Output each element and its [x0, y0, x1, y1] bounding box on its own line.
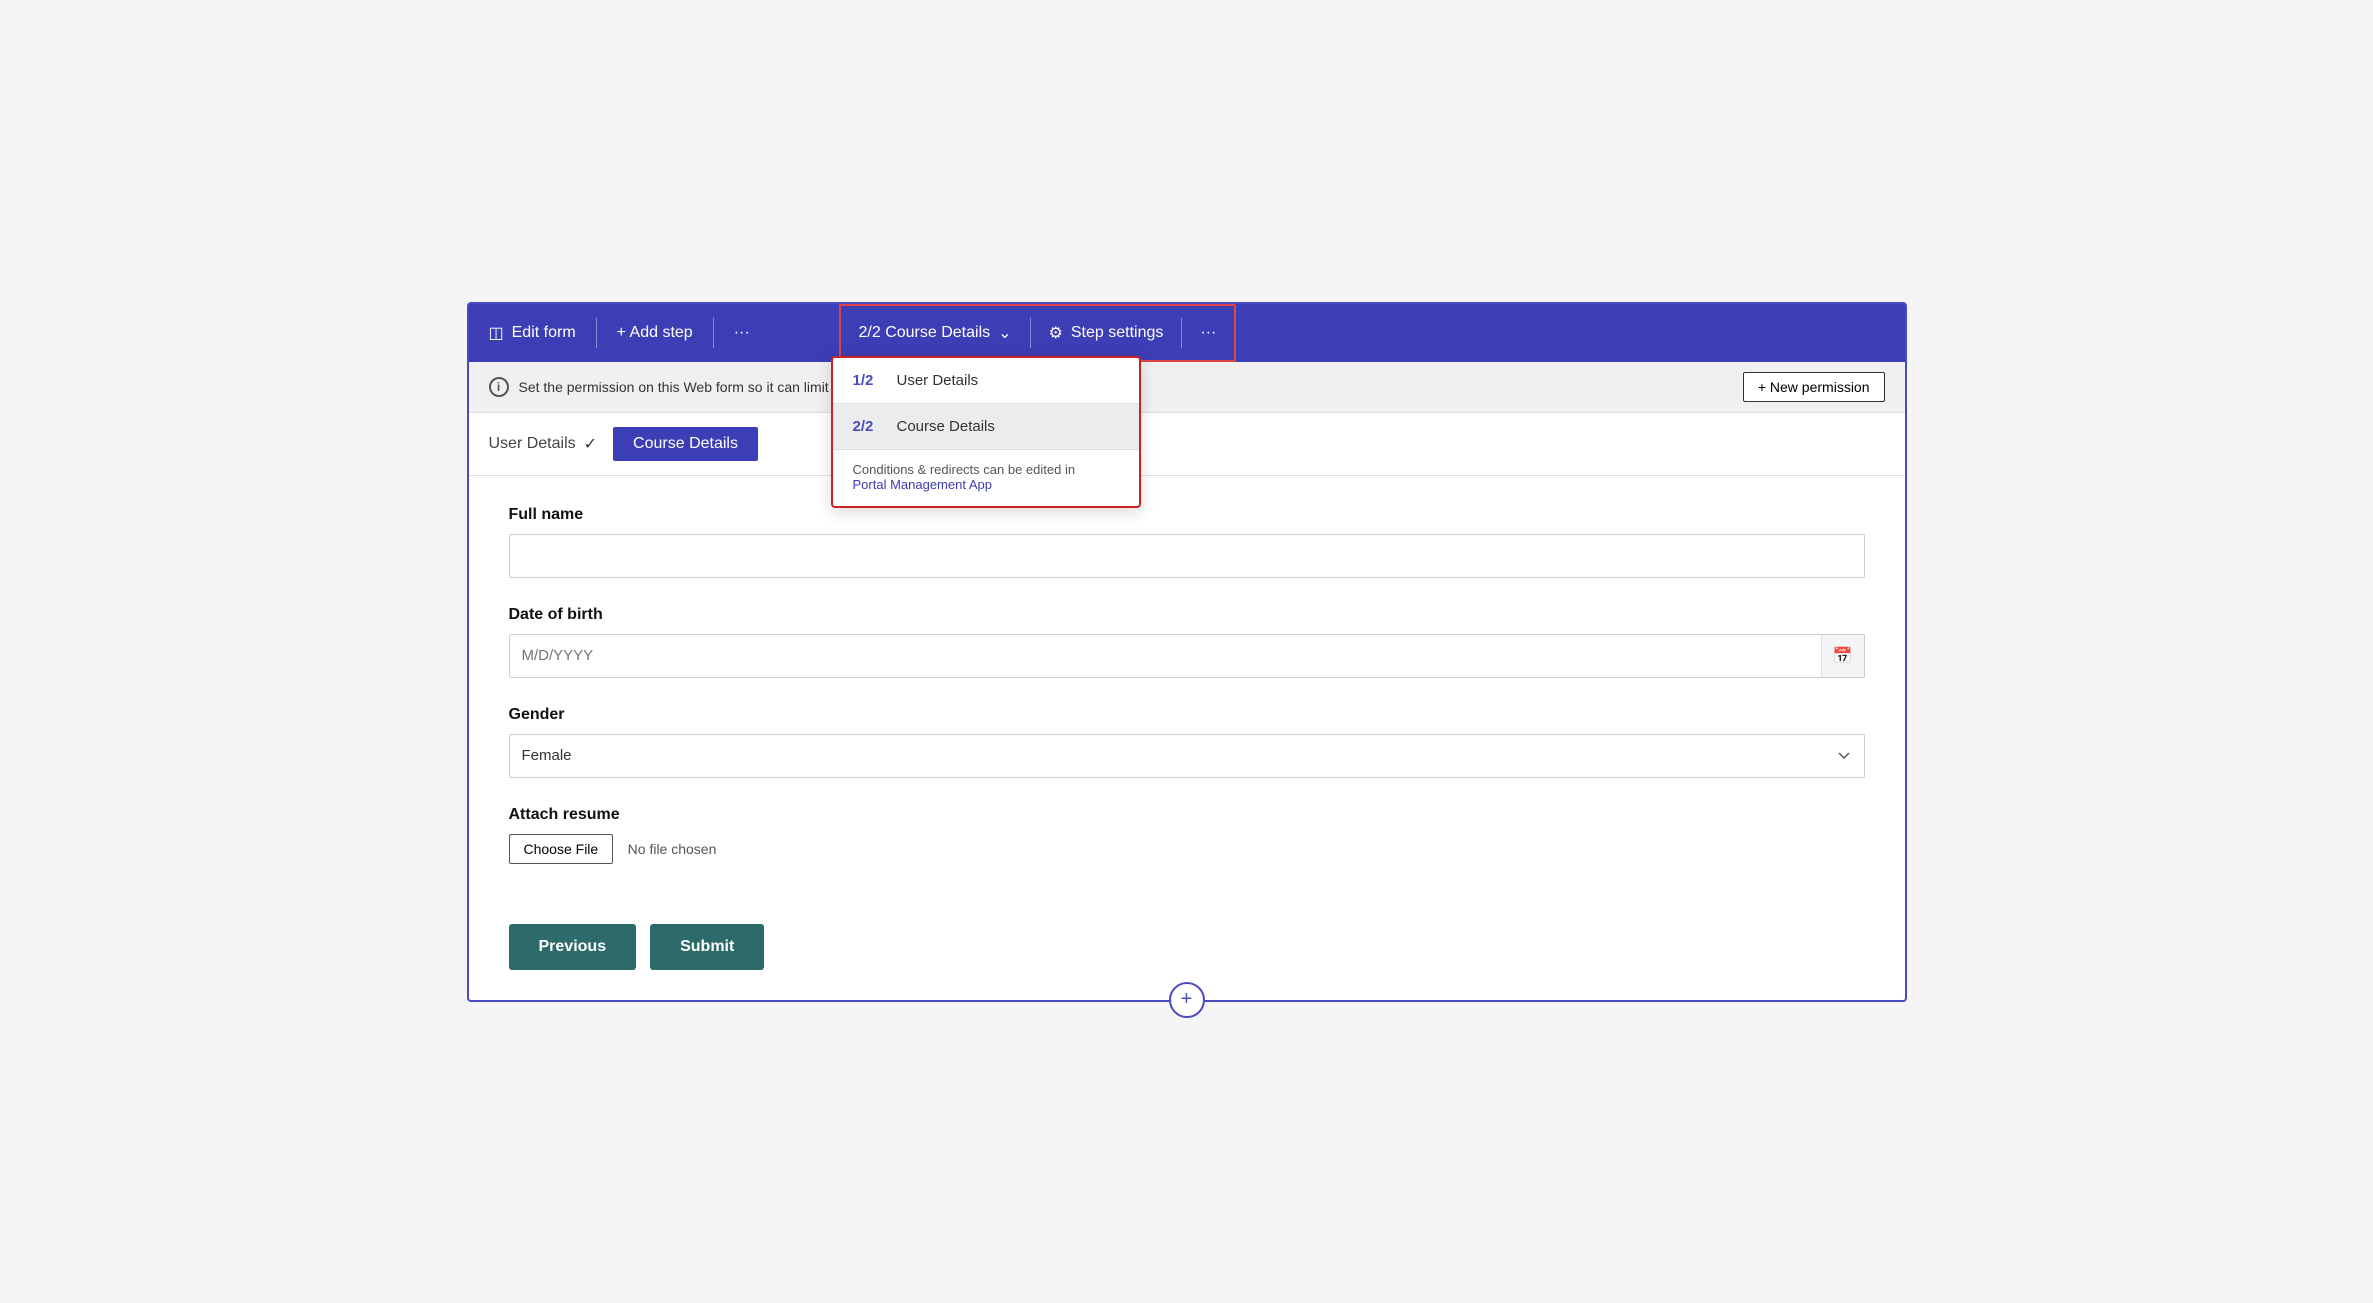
tab-course-details[interactable]: Course Details [613, 427, 758, 461]
choose-file-button[interactable]: Choose File [509, 834, 614, 864]
edit-form-label: Edit form [512, 324, 576, 342]
form-editor-container: ◫ Edit form + Add step ··· 2/2 Course De… [467, 302, 1907, 1002]
step-more-icon: ··· [1200, 324, 1216, 342]
tab-user-details[interactable]: User Details ✓ [489, 434, 598, 454]
dropdown-item2-num: 2/2 [853, 418, 883, 435]
edit-form-button[interactable]: ◫ Edit form [469, 304, 596, 362]
step-selector-area: 2/2 Course Details ⌄ ⚙ Step settings ··· [839, 304, 1237, 362]
plus-icon: + [1181, 988, 1193, 1011]
field-resume: Attach resume Choose File No file chosen [509, 806, 1865, 864]
choose-file-label: Choose File [524, 841, 599, 857]
form-icon: ◫ [489, 323, 504, 343]
dropdown-item-2[interactable]: 2/2 Course Details [833, 404, 1139, 449]
field-resume-label: Attach resume [509, 806, 1865, 824]
submit-label: Submit [680, 938, 734, 955]
toolbar-left: ◫ Edit form + Add step ··· [469, 304, 770, 362]
no-file-label: No file chosen [628, 841, 717, 857]
form-content: Full name Date of birth 📅 Gender Female … [469, 476, 1905, 904]
submit-button[interactable]: Submit [650, 924, 764, 970]
toolbar-more-button[interactable]: ··· [714, 304, 770, 362]
field-fullname-label: Full name [509, 506, 1865, 524]
step-settings-button[interactable]: ⚙ Step settings [1031, 306, 1182, 360]
step-selector-button[interactable]: 2/2 Course Details ⌄ [841, 306, 1030, 360]
dropdown-footer-text: Conditions & redirects can be edited in [853, 462, 1076, 477]
chevron-down-icon: ⌄ [998, 323, 1011, 343]
dropdown-item2-label: Course Details [897, 418, 995, 435]
field-fullname: Full name [509, 506, 1865, 578]
previous-button[interactable]: Previous [509, 924, 637, 970]
field-gender-label: Gender [509, 706, 1865, 724]
dob-input[interactable] [509, 634, 1821, 678]
dropdown-item1-num: 1/2 [853, 372, 883, 389]
info-icon: i [489, 377, 509, 397]
step-tabs: User Details ✓ Course Details [469, 413, 1905, 476]
tab-course-details-label: Course Details [633, 435, 738, 452]
add-step-button[interactable]: + Add step [597, 304, 713, 362]
file-input-row: Choose File No file chosen [509, 834, 1865, 864]
fullname-input[interactable] [509, 534, 1865, 578]
new-permission-button[interactable]: + New permission [1743, 372, 1885, 402]
gear-icon: ⚙ [1049, 323, 1063, 343]
calendar-icon-button[interactable]: 📅 [1821, 634, 1865, 678]
tab-user-details-label: User Details [489, 435, 576, 453]
step-more-button[interactable]: ··· [1182, 306, 1234, 360]
field-gender: Gender Female Male Other [509, 706, 1865, 778]
field-dob: Date of birth 📅 [509, 606, 1865, 678]
portal-management-link[interactable]: Portal Management App [853, 477, 992, 492]
permission-bar: i Set the permission on this Web form so… [469, 362, 1905, 413]
dropdown-item1-label: User Details [897, 372, 979, 389]
previous-label: Previous [539, 938, 607, 955]
toolbar-more-icon: ··· [734, 324, 750, 342]
new-permission-label: + New permission [1758, 379, 1870, 395]
field-dob-label: Date of birth [509, 606, 1865, 624]
dropdown-item-1[interactable]: 1/2 User Details [833, 358, 1139, 403]
toolbar: ◫ Edit form + Add step ··· 2/2 Course De… [469, 304, 1905, 362]
dropdown-footer: Conditions & redirects can be edited in … [833, 450, 1139, 506]
step-dropdown: 1/2 User Details 2/2 Course Details Cond… [831, 356, 1141, 508]
step-settings-label: Step settings [1071, 324, 1164, 342]
date-input-wrapper: 📅 [509, 634, 1865, 678]
calendar-icon: 📅 [1833, 646, 1853, 666]
step-selector-label: 2/2 Course Details [859, 324, 991, 342]
gender-select[interactable]: Female Male Other [509, 734, 1865, 778]
add-section-button[interactable]: + [1169, 982, 1205, 1018]
tab-check-icon: ✓ [584, 434, 597, 454]
add-step-label: + Add step [617, 324, 693, 342]
